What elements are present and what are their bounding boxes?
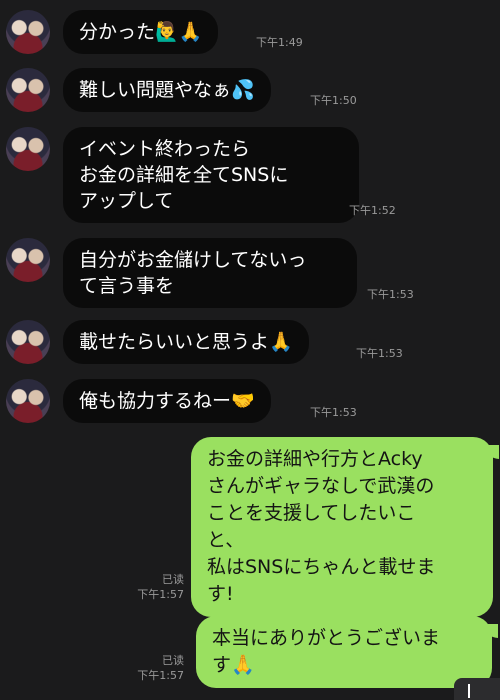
message-bubble-incoming[interactable]: 自分がお金儲けしてないっ て言う事を — [63, 238, 357, 308]
avatar[interactable] — [6, 10, 50, 54]
chat-thread[interactable]: 分かった🙋‍♂️🙏 下午1:49 難しい問題やなぁ💦 下午1:50 イベント終わ… — [0, 0, 500, 700]
message-time: 下午1:49 — [256, 36, 303, 49]
message-bubble-incoming[interactable]: 俺も協力するねー🤝 — [63, 379, 271, 423]
message-bubble-outgoing[interactable]: 本当にありがとうございま す🙏 — [196, 616, 498, 688]
message-time: 下午1:50 — [310, 94, 357, 107]
text-cursor-icon — [454, 678, 500, 700]
message-bubble-incoming[interactable]: 分かった🙋‍♂️🙏 — [63, 10, 219, 54]
message-time: 下午1:53 — [367, 288, 414, 301]
avatar[interactable] — [6, 127, 50, 171]
read-receipt: 已读 — [162, 654, 184, 667]
message-bubble-incoming[interactable]: 載せたらいいと思うよ🙏 — [63, 320, 309, 364]
message-bubble-outgoing[interactable]: お金の詳細や行方とAcky さんがギャラなしで武漢の ことを支援してしたいこ と… — [191, 437, 499, 617]
avatar[interactable] — [6, 320, 50, 364]
message-time: 下午1:53 — [356, 347, 403, 360]
read-receipt: 已读 — [162, 573, 184, 586]
avatar[interactable] — [6, 68, 50, 112]
avatar[interactable] — [6, 379, 50, 423]
message-bubble-incoming[interactable]: 難しい問題やなぁ💦 — [63, 68, 271, 112]
message-time: 下午1:57 — [137, 669, 184, 682]
message-time: 下午1:57 — [137, 588, 184, 601]
message-bubble-incoming[interactable]: イベント終わったら お金の詳細を全てSNSに アップして — [63, 127, 359, 223]
message-time: 下午1:52 — [349, 204, 396, 217]
message-time: 下午1:53 — [310, 406, 357, 419]
avatar[interactable] — [6, 238, 50, 282]
